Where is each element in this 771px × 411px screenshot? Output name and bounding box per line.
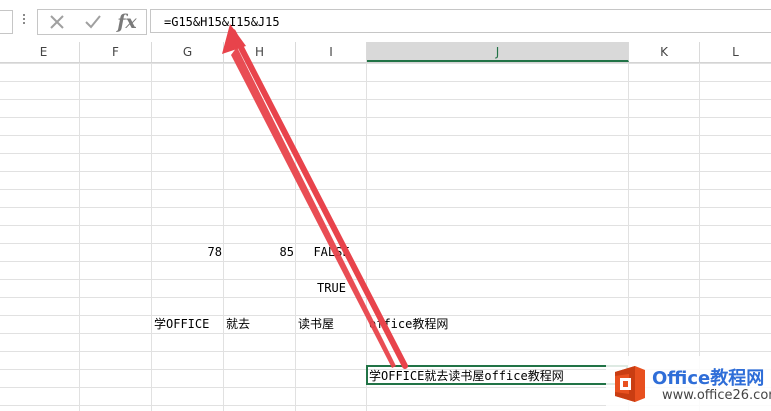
annotation-arrow [222, 24, 408, 369]
watermark-url: www.office26.com [662, 388, 771, 403]
office-logo-icon [615, 366, 645, 402]
watermark: Office教程网 www.office26.com [606, 356, 771, 411]
watermark-title: Office教程网 [652, 368, 765, 389]
